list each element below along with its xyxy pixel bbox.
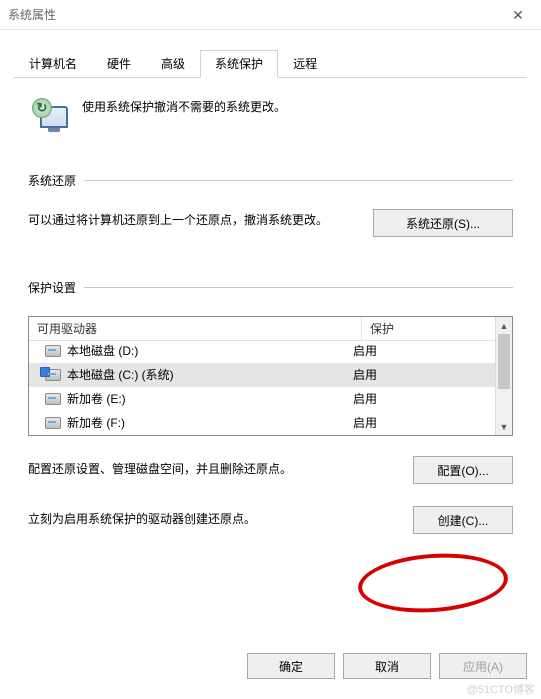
- divider: [84, 180, 513, 181]
- scroll-thumb[interactable]: [498, 334, 510, 389]
- list-row[interactable]: 新加卷 (F:) 启用: [29, 411, 495, 435]
- tabs-row: 计算机名 硬件 高级 系统保护 远程: [14, 50, 527, 78]
- list-body: 本地磁盘 (D:) 启用 本地磁盘 (C:) (系统) 启用 新加卷 (E:) …: [29, 339, 495, 435]
- list-row[interactable]: 本地磁盘 (C:) (系统) 启用: [29, 363, 495, 387]
- drive-name: 本地磁盘 (D:): [67, 342, 138, 359]
- system-restore-desc: 可以通过将计算机还原到上一个还原点，撤消系统更改。: [28, 209, 357, 230]
- system-protection-icon: ↻: [32, 98, 70, 136]
- drive-name: 本地磁盘 (C:) (系统): [67, 366, 174, 383]
- drive-icon: [45, 417, 61, 429]
- title-bar: 系统属性 ✕: [0, 0, 541, 30]
- scroll-up-icon[interactable]: ▲: [496, 317, 512, 334]
- list-header: 可用驱动器 保护: [29, 317, 512, 341]
- list-row[interactable]: 新加卷 (E:) 启用: [29, 387, 495, 411]
- drive-icon: [45, 345, 61, 357]
- drive-list[interactable]: 可用驱动器 保护 本地磁盘 (D:) 启用 本地磁盘 (C:) (系统) 启用 …: [28, 316, 513, 436]
- configure-row: 配置还原设置、管理磁盘空间，并且删除还原点。 配置(O)...: [28, 456, 513, 484]
- scroll-track[interactable]: [496, 334, 512, 418]
- scroll-down-icon[interactable]: ▼: [496, 418, 512, 435]
- drive-protection: 启用: [345, 365, 495, 384]
- ok-button[interactable]: 确定: [247, 653, 335, 679]
- system-restore-row: 可以通过将计算机还原到上一个还原点，撤消系统更改。 系统还原(S)...: [28, 209, 513, 237]
- tab-advanced[interactable]: 高级: [146, 50, 200, 78]
- configure-desc: 配置还原设置、管理磁盘空间，并且删除还原点。: [28, 456, 397, 479]
- protection-settings-header: 保护设置: [28, 279, 513, 296]
- drive-protection: 启用: [345, 389, 495, 408]
- drive-icon: [45, 369, 61, 381]
- apply-button[interactable]: 应用(A): [439, 653, 527, 679]
- drive-name: 新加卷 (E:): [67, 390, 126, 407]
- system-restore-title: 系统还原: [28, 172, 84, 189]
- configure-button[interactable]: 配置(O)...: [413, 456, 513, 484]
- tab-hardware[interactable]: 硬件: [92, 50, 146, 78]
- drive-icon: [45, 393, 61, 405]
- system-restore-header: 系统还原: [28, 172, 513, 189]
- divider: [84, 287, 513, 288]
- create-button[interactable]: 创建(C)...: [413, 506, 513, 534]
- system-restore-button[interactable]: 系统还原(S)...: [373, 209, 513, 237]
- scrollbar[interactable]: ▲ ▼: [495, 317, 512, 435]
- drive-name: 新加卷 (F:): [67, 414, 125, 431]
- drive-protection: 启用: [345, 413, 495, 432]
- intro-row: ↻ 使用系统保护撤消不需要的系统更改。: [28, 96, 513, 136]
- close-button[interactable]: ✕: [495, 0, 541, 30]
- protection-settings-title: 保护设置: [28, 279, 84, 296]
- create-row: 立刻为启用系统保护的驱动器创建还原点。 创建(C)...: [28, 506, 513, 534]
- create-desc: 立刻为启用系统保护的驱动器创建还原点。: [28, 506, 397, 529]
- tab-remote[interactable]: 远程: [278, 50, 332, 78]
- tab-system-protection[interactable]: 系统保护: [200, 50, 278, 78]
- col-header-drive[interactable]: 可用驱动器: [29, 317, 362, 340]
- drive-protection: 启用: [345, 341, 495, 360]
- close-icon: ✕: [512, 7, 524, 24]
- list-row[interactable]: 本地磁盘 (D:) 启用: [29, 339, 495, 363]
- col-header-protection[interactable]: 保护: [362, 317, 512, 340]
- window-title: 系统属性: [8, 6, 56, 23]
- cancel-button[interactable]: 取消: [343, 653, 431, 679]
- tab-content: ↻ 使用系统保护撤消不需要的系统更改。 系统还原 可以通过将计算机还原到上一个还…: [0, 78, 541, 570]
- dialog-buttons: 确定 取消 应用(A): [247, 653, 527, 679]
- tab-computer-name[interactable]: 计算机名: [14, 50, 92, 78]
- intro-text: 使用系统保护撤消不需要的系统更改。: [82, 96, 286, 116]
- watermark: @51CTO博客: [467, 681, 535, 697]
